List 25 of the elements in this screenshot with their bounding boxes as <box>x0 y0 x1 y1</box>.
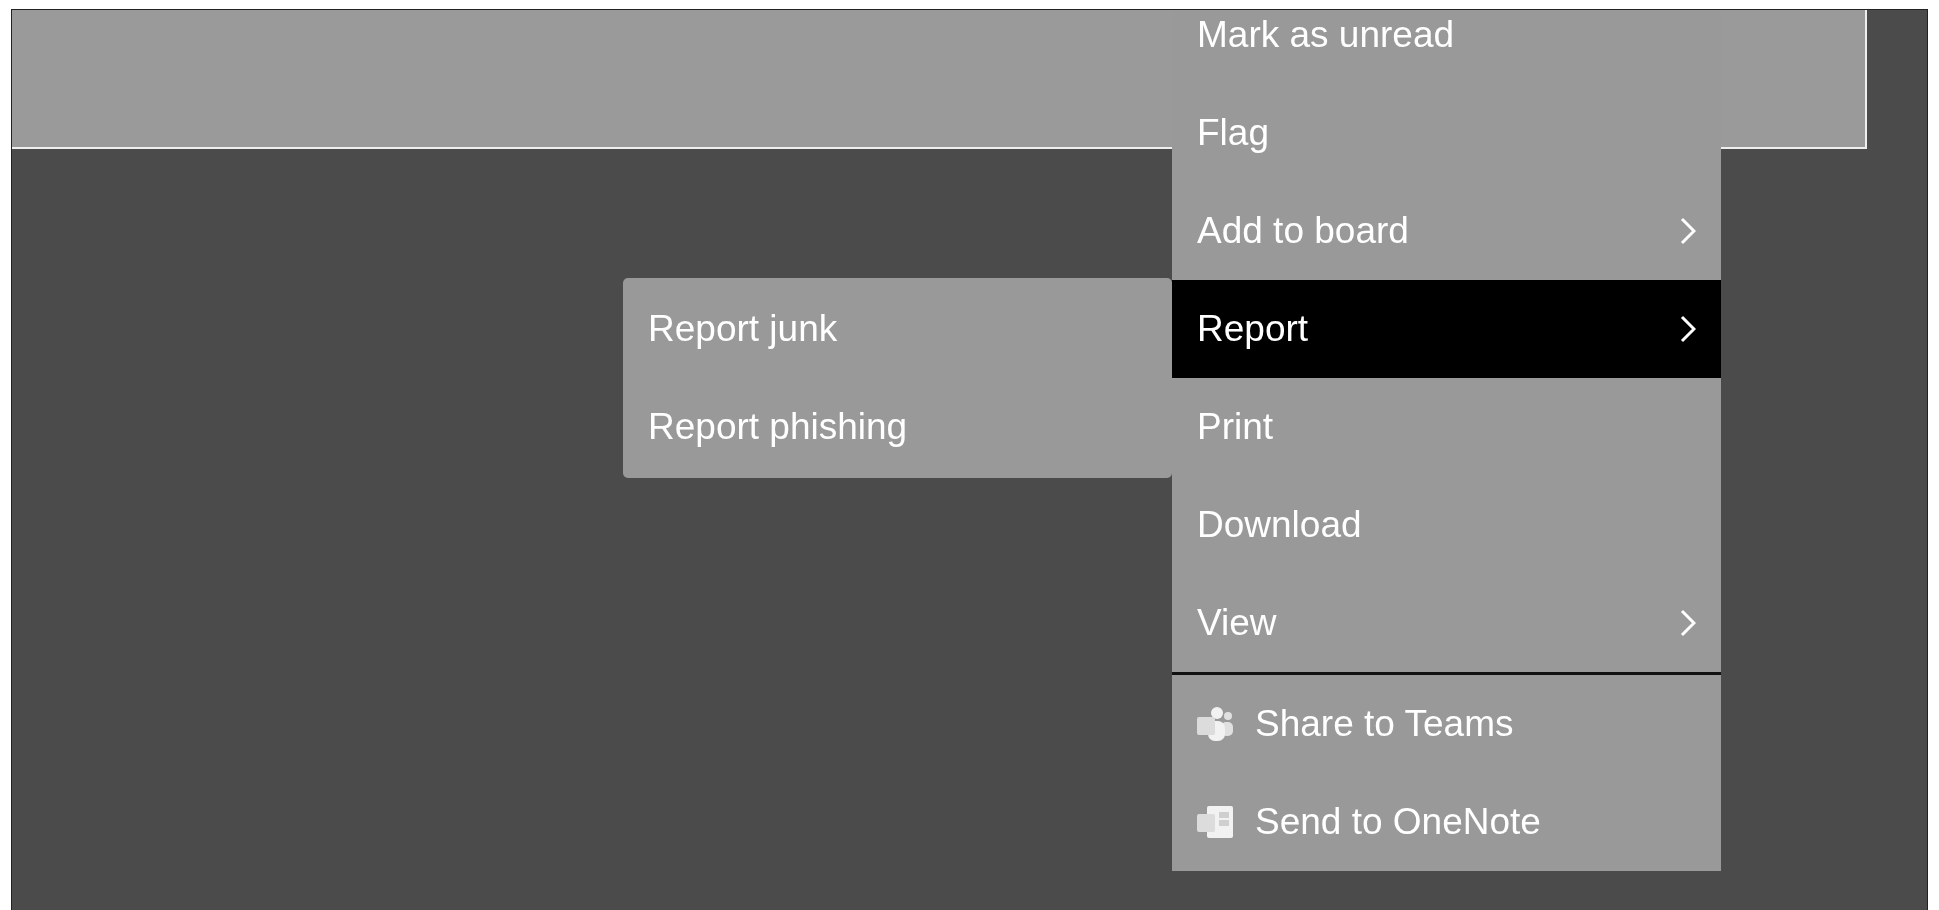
menu-item[interactable]: Mark as unread <box>1172 10 1721 84</box>
menu-item-label: Download <box>1197 503 1362 548</box>
menu-item-label: Mark as unread <box>1197 13 1455 58</box>
submenu-item[interactable]: Report junk <box>623 280 1172 378</box>
menu-item-label: Report <box>1197 307 1309 352</box>
menu-item[interactable]: Download <box>1172 476 1721 574</box>
menu-item-label: View <box>1197 601 1277 646</box>
menu-item[interactable]: Share to Teams <box>1172 675 1721 773</box>
menu-item-label: Add to board <box>1197 209 1409 254</box>
menu-item[interactable]: Print <box>1172 378 1721 476</box>
chevron-right-icon <box>1680 609 1696 637</box>
menu-item[interactable]: View <box>1172 574 1721 672</box>
people-icon <box>1197 706 1233 742</box>
menu-item-label: Print <box>1197 405 1274 450</box>
menu-item[interactable]: Flag <box>1172 84 1721 182</box>
menu-item[interactable]: Add to board <box>1172 182 1721 280</box>
notebook-icon <box>1197 804 1233 840</box>
menu-item-label: Flag <box>1197 111 1269 156</box>
menu-item[interactable]: Report <box>1172 280 1721 378</box>
menu-item-label: Send to OneNote <box>1255 800 1541 845</box>
chevron-right-icon <box>1680 315 1696 343</box>
menu-item[interactable]: Send to OneNote <box>1172 773 1721 871</box>
chevron-right-icon <box>1680 217 1696 245</box>
menu-item-label: Share to Teams <box>1255 702 1514 747</box>
submenu-item[interactable]: Report phishing <box>623 378 1172 476</box>
